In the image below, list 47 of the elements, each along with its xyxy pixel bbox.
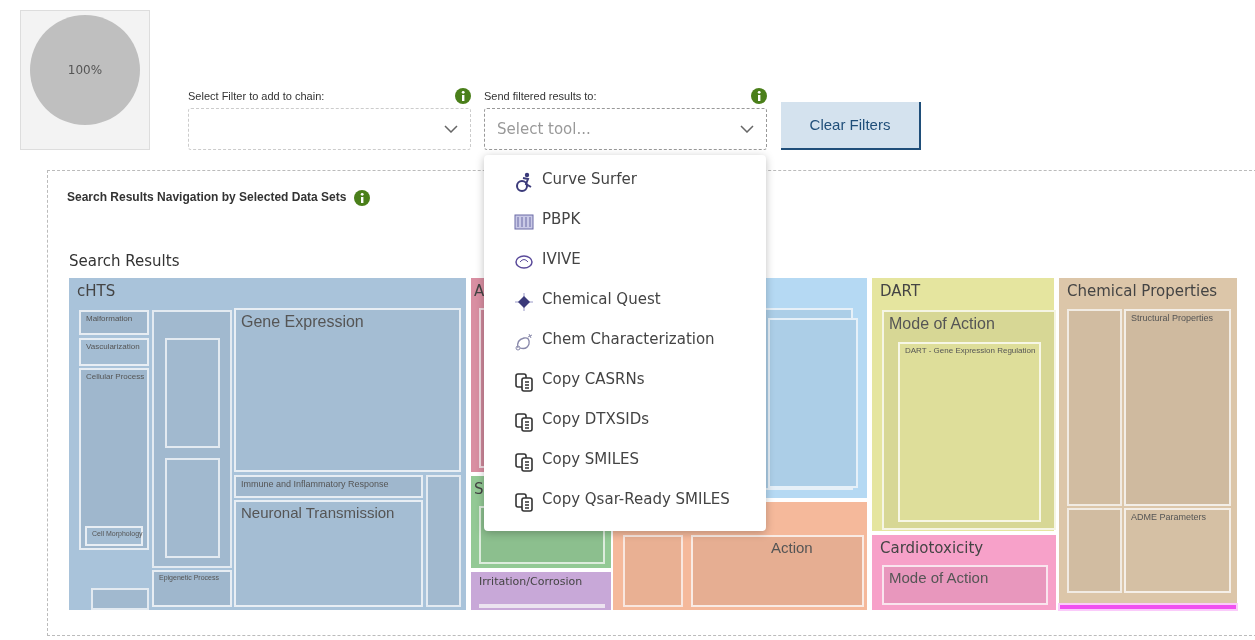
film-strip-icon: [514, 212, 534, 232]
tile-label: DART - Gene Expression Regulation: [904, 344, 1037, 357]
treemap-title: Search Results: [69, 251, 180, 272]
menu-item[interactable]: IVIVE: [484, 241, 766, 281]
panel-title: Search Results Navigation by Selected Data Sets: [67, 189, 347, 206]
info-icon: [354, 189, 371, 206]
tile-label: Mode of Action: [888, 567, 990, 588]
tile-label: Malformation: [85, 312, 134, 325]
tile-label: Structural Properties: [1130, 311, 1215, 325]
crosshair-icon: [514, 292, 534, 312]
tile-label: Action: [770, 537, 814, 558]
tile-label: Gene Expression: [240, 311, 365, 332]
tile-label: Neuronal Transmission: [240, 502, 396, 523]
group-label: cHTS: [76, 280, 117, 302]
group-label: DART: [879, 280, 922, 302]
field-label: Select Filter to add to chain:: [188, 88, 325, 104]
chevron-down-icon: [444, 125, 458, 133]
menu-item[interactable]: Copy DTXSIDs: [484, 401, 766, 441]
group-label: Cardiotoxicity: [879, 537, 985, 559]
group-label: Irritation/Corrosion: [478, 573, 584, 590]
field-label: Send filtered results to:: [484, 88, 597, 104]
chevron-down-icon: [740, 125, 754, 133]
menu-item[interactable]: Copy SMILES: [484, 441, 766, 481]
copy-icon: [514, 372, 534, 392]
copy-icon: [514, 492, 534, 512]
menu-item[interactable]: PBPK: [484, 201, 766, 241]
menu-item[interactable]: Chemical Quest: [484, 281, 766, 321]
menu-item[interactable]: Chem Characterization: [484, 321, 766, 361]
tile-label: ADME Parameters: [1130, 510, 1208, 524]
group-label: Chemical Properties: [1066, 280, 1219, 302]
tile-label: Cellular Process: [85, 370, 146, 383]
menu-item[interactable]: Copy CASRNs: [484, 361, 766, 401]
oval-icon: [514, 252, 534, 272]
group-label: A: [473, 280, 486, 302]
info-icon: [751, 88, 767, 104]
group-label: S: [473, 478, 485, 500]
info-icon: [455, 88, 471, 104]
pie-chart: 100%: [30, 15, 140, 125]
copy-icon: [514, 412, 534, 432]
select-field[interactable]: [188, 108, 471, 150]
clear-filters-button[interactable]: Clear Filters: [781, 102, 921, 150]
menu-item[interactable]: Curve Surfer: [484, 161, 766, 201]
tile-label: Immune and Inflammatory Response: [240, 477, 390, 491]
copy-icon: [514, 452, 534, 472]
tile-label: Mode of Action: [888, 313, 996, 334]
menu-item[interactable]: Copy Qsar-Ready SMILES: [484, 481, 766, 521]
tile-label: Vascularization: [85, 340, 141, 353]
